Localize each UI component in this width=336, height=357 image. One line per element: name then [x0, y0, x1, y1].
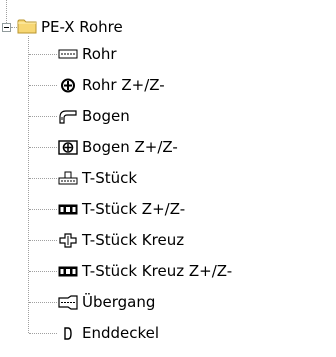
- tree-item-t-stueck-kreuz[interactable]: T-Stück Kreuz: [58, 229, 318, 251]
- tree-item-label: T-Stück: [82, 169, 138, 187]
- tree-connector-line: [29, 116, 57, 117]
- tree-item-label: Rohr: [82, 45, 117, 63]
- tree-item-enddeckel[interactable]: Enddeckel: [58, 322, 318, 344]
- tree-item-bogen-z[interactable]: Bogen Z+/Z-: [58, 136, 318, 158]
- tree-root-label: PE-X Rohre: [41, 18, 123, 36]
- tree-item-rohr-z[interactable]: Rohr Z+/Z-: [58, 74, 318, 96]
- tree-connector-line: [29, 302, 57, 303]
- folder-icon: [17, 18, 37, 34]
- tree-connector-line: [29, 271, 57, 272]
- tee-icon: [58, 171, 78, 186]
- tree-item-t-stueck[interactable]: T-Stück: [58, 167, 318, 189]
- pipe-tolerance-icon: [58, 78, 78, 93]
- tree-item-label: T-Stück Kreuz Z+/Z-: [82, 262, 233, 280]
- tree-item-label: Rohr Z+/Z-: [82, 76, 165, 94]
- tree-item-uebergang[interactable]: Übergang: [58, 291, 318, 313]
- tree-item-label: Enddeckel: [82, 324, 160, 342]
- tree-connector-line: [29, 209, 57, 210]
- tree-connector-line: [29, 178, 57, 179]
- tree-item-bogen[interactable]: Bogen: [58, 105, 318, 127]
- tree-connector-line: [29, 147, 57, 148]
- tree-connector-line: [29, 333, 57, 334]
- tree-connector-line: [6, 0, 7, 23]
- tree-view: PE-X Rohre Rohr Rohr Z+/Z- Bogen Bogen Z…: [0, 0, 336, 357]
- cross-tee-tolerance-icon: [58, 264, 78, 279]
- tree-connector-line: [29, 240, 57, 241]
- tree-connector-line: [29, 54, 57, 55]
- pipe-icon: [58, 47, 78, 62]
- elbow-icon: [58, 109, 78, 124]
- tree-item-label: T-Stück Z+/Z-: [82, 200, 186, 218]
- tree-item-label: T-Stück Kreuz: [82, 231, 185, 249]
- transition-icon: [58, 295, 78, 310]
- collapse-toggle[interactable]: [2, 23, 11, 32]
- tree-connector-line: [28, 36, 29, 333]
- elbow-tolerance-icon: [58, 140, 78, 155]
- tree-item-t-stueck-kreuz-z[interactable]: T-Stück Kreuz Z+/Z-: [58, 260, 328, 282]
- cross-tee-icon: [58, 233, 78, 248]
- tee-tolerance-icon: [58, 202, 78, 217]
- tree-item-label: Bogen Z+/Z-: [82, 138, 178, 156]
- tree-connector-line: [29, 85, 57, 86]
- tree-item-rohr[interactable]: Rohr: [58, 43, 318, 65]
- tree-item-label: Übergang: [82, 293, 156, 311]
- end-cap-icon: [58, 326, 78, 341]
- tree-item-label: Bogen: [82, 107, 130, 125]
- tree-item-t-stueck-z[interactable]: T-Stück Z+/Z-: [58, 198, 318, 220]
